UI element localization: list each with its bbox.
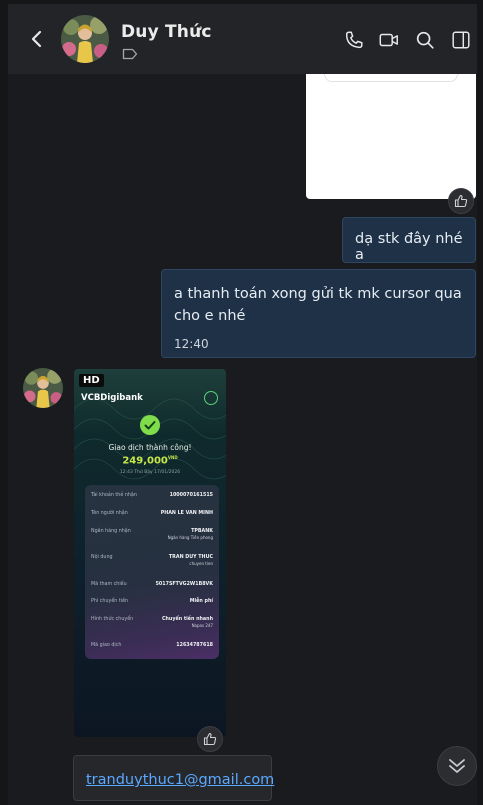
receipt-row: Phí chuyển tiền Miễn phí bbox=[91, 599, 213, 604]
transaction-status: Giao dịch thành công! bbox=[108, 443, 192, 452]
receipt-row: Hình thức chuyển Chuyển tiền nhanh Napas 2… bbox=[91, 617, 213, 628]
receipt-row: Tên người nhận PHAN LE VAN MINH bbox=[91, 511, 213, 516]
thumbs-up-icon bbox=[454, 194, 468, 208]
message-text: dạ stk đây nhé a bbox=[355, 231, 463, 263]
transaction-datetime: 12:43 Thứ Bảy 17/01/2026 bbox=[119, 470, 181, 475]
message-bubble-outgoing[interactable]: a thanh toán xong gửi tk mk cursor qua c… bbox=[161, 269, 476, 358]
success-check-icon bbox=[140, 415, 160, 435]
receipt-row: Mã giao dịch 12634787618 bbox=[91, 643, 213, 648]
image-content bbox=[324, 74, 458, 82]
like-button[interactable] bbox=[197, 726, 223, 752]
thumbs-up-icon bbox=[203, 732, 217, 746]
transaction-amount: 249,000VND bbox=[122, 455, 178, 467]
double-chevron-down-icon bbox=[449, 759, 465, 773]
window-edge bbox=[0, 0, 8, 805]
scroll-to-bottom-button[interactable] bbox=[437, 746, 477, 786]
search-icon[interactable] bbox=[414, 29, 436, 51]
contact-avatar[interactable] bbox=[61, 15, 109, 63]
email-link[interactable]: tranduythuc1@gmail.com bbox=[86, 772, 274, 788]
receipt-row: Tài khoản thẻ nhận 1000070161515 bbox=[91, 493, 213, 498]
chat-screen: Duy Thức dạ stk đây nhé a a thanh toán x… bbox=[0, 0, 483, 805]
like-button[interactable] bbox=[448, 188, 474, 214]
message-bubble-outgoing[interactable]: dạ stk đây nhé a bbox=[342, 217, 476, 263]
message-bubble-incoming[interactable]: tranduythuc1@gmail.com bbox=[73, 755, 274, 801]
receipt-row: Ngân hàng nhận TPBANK Ngân hàng Tiên phong bbox=[91, 529, 213, 540]
tag-icon[interactable] bbox=[122, 48, 138, 60]
back-arrow-icon[interactable] bbox=[28, 27, 46, 51]
phone-icon[interactable] bbox=[343, 29, 365, 51]
chat-header: Duy Thức bbox=[8, 4, 477, 74]
sidebar-toggle-icon[interactable] bbox=[450, 29, 472, 51]
image-message[interactable] bbox=[306, 74, 476, 199]
message-time: 12:40 bbox=[174, 337, 209, 351]
window-edge bbox=[477, 0, 483, 805]
receipt-image[interactable]: HD VCBDigibank Giao dịch thành công! 249… bbox=[74, 369, 226, 737]
bank-logo: VCBDigibank bbox=[81, 393, 143, 403]
receipt-row: Mã tham chiếu 5017SFTVG2W1B8VK bbox=[91, 582, 213, 587]
receipt-row: Nội dung TRAN DUY THUC chuyen tien bbox=[91, 555, 213, 566]
hd-badge: HD bbox=[79, 374, 104, 387]
receipt-details-card: Tài khoản thẻ nhận 1000070161515 Tên ngườ… bbox=[85, 485, 219, 659]
video-icon[interactable] bbox=[378, 29, 400, 51]
home-icon bbox=[204, 391, 218, 405]
message-text: a thanh toán xong gửi tk mk cursor qua c… bbox=[174, 286, 462, 324]
sender-avatar[interactable] bbox=[23, 368, 63, 408]
contact-name[interactable]: Duy Thức bbox=[121, 22, 212, 42]
